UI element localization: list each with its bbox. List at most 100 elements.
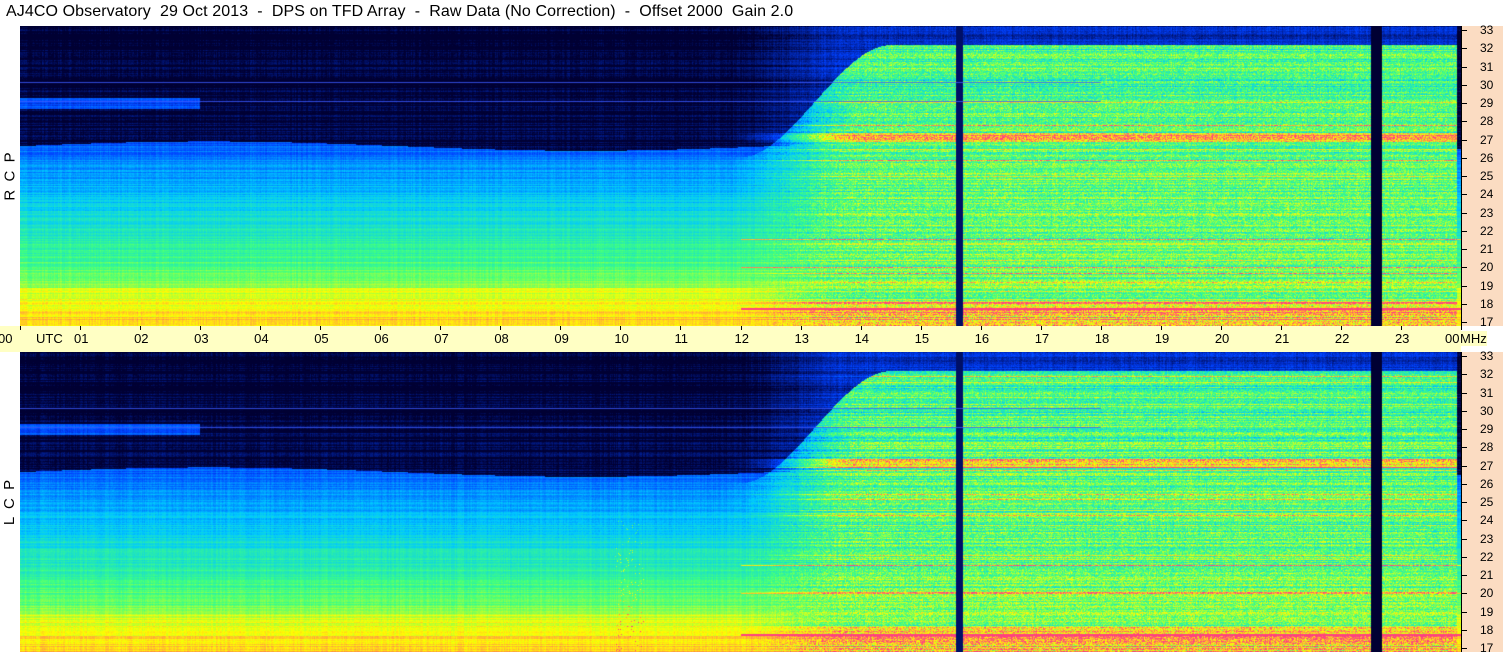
freq-tick-label: 19 <box>1480 278 1494 293</box>
freq-tick <box>1462 267 1467 269</box>
freq-tick-label: 22 <box>1480 223 1494 238</box>
time-tick-label: 05 <box>314 331 329 346</box>
time-tick <box>1461 326 1462 330</box>
time-tick-label: 01 <box>74 331 89 346</box>
time-tick-label: 04 <box>254 331 269 346</box>
freq-tick-label: 20 <box>1480 260 1494 275</box>
freq-tick <box>1462 374 1467 376</box>
freq-tick-label: 30 <box>1480 403 1494 418</box>
freq-tick <box>1462 212 1467 214</box>
mhz-unit-label: MHz <box>1460 331 1487 346</box>
rcp-label-text: R C P <box>1 151 19 201</box>
freq-tick <box>1462 502 1467 503</box>
freq-tick-label: 22 <box>1480 549 1494 564</box>
freq-tick <box>1462 249 1467 250</box>
time-tick-label: 06 <box>374 331 389 346</box>
time-tick <box>320 326 322 330</box>
time-tick <box>260 326 262 330</box>
freq-tick-label: 29 <box>1480 422 1494 436</box>
time-tick <box>1280 326 1282 330</box>
time-tick <box>500 326 502 330</box>
freq-tick-label: 25 <box>1480 495 1494 509</box>
freq-tick <box>1462 139 1467 141</box>
freq-tick-label: 26 <box>1480 150 1494 165</box>
time-tick-label: 08 <box>494 331 509 346</box>
freq-tick-label: 33 <box>1480 349 1494 363</box>
freq-tick-label: 18 <box>1480 296 1494 311</box>
freq-tick-label: 32 <box>1480 41 1494 56</box>
time-tick <box>800 326 802 330</box>
freq-tick <box>1462 465 1467 467</box>
time-tick <box>980 326 982 330</box>
freq-tick-label: 27 <box>1480 132 1494 147</box>
freq-tick-label: 29 <box>1480 96 1494 110</box>
time-tick-label: 20 <box>1214 331 1230 346</box>
time-tick-label: 11 <box>674 331 688 346</box>
time-tick <box>740 326 742 330</box>
time-tick <box>200 326 202 330</box>
time-tick <box>920 326 922 330</box>
freq-tick <box>1462 322 1467 323</box>
utc-label: UTC <box>36 331 63 346</box>
freq-tick-label: 23 <box>1480 531 1494 546</box>
freq-tick <box>1462 538 1467 540</box>
freq-tick-label: 32 <box>1480 367 1494 382</box>
freq-tick <box>1462 194 1467 196</box>
time-tick-label: 00 <box>0 331 13 346</box>
time-tick <box>20 326 21 330</box>
freq-tick-label: 28 <box>1480 114 1494 129</box>
time-tick <box>620 326 622 330</box>
freq-tick-label: 21 <box>1480 568 1494 582</box>
lcp-label-text: L C P <box>1 479 19 525</box>
freq-tick-label: 24 <box>1480 187 1494 202</box>
time-tick <box>440 326 442 330</box>
rcp-spectrogram <box>20 26 1461 326</box>
rcp-panel-label: R C P <box>0 26 20 326</box>
time-tick <box>80 326 82 330</box>
time-tick-label: 17 <box>1034 331 1050 346</box>
freq-tick <box>1462 121 1467 123</box>
time-tick-label: 22 <box>1334 331 1350 346</box>
freq-tick <box>1462 356 1467 357</box>
time-tick-label: 21 <box>1274 331 1290 346</box>
time-tick-label: 14 <box>854 331 870 346</box>
freq-tick <box>1462 593 1467 595</box>
freq-tick <box>1462 103 1467 104</box>
freq-tick <box>1462 157 1467 159</box>
lcp-frequency-axis: 33 32 31 30 29 28 27 26 25 24 23 22 21 20 19 18 17 <box>1461 349 1503 655</box>
freq-tick-label: 19 <box>1480 604 1494 619</box>
time-tick-label: 09 <box>554 331 569 346</box>
freq-tick <box>1462 410 1467 412</box>
freq-tick-label: 23 <box>1480 205 1494 220</box>
time-tick <box>1220 326 1222 330</box>
time-tick <box>1040 326 1042 330</box>
time-tick-label: 00 <box>1445 331 1460 346</box>
time-tick <box>1400 326 1402 330</box>
freq-tick <box>1462 429 1467 430</box>
time-tick-label: 16 <box>974 331 990 346</box>
time-axis: 00 01 02 03 04 05 06 07 08 09 10 11 12 13 14 15 16 17 18 19… <box>0 326 1462 352</box>
time-tick-label: 02 <box>134 331 149 346</box>
freq-tick <box>1462 648 1467 649</box>
time-tick <box>860 326 862 330</box>
time-tick-label: 12 <box>734 331 749 346</box>
freq-tick <box>1462 556 1467 558</box>
freq-tick-label: 17 <box>1480 315 1494 329</box>
freq-tick <box>1462 176 1467 177</box>
time-tick-label: 03 <box>194 331 209 346</box>
freq-tick <box>1462 285 1467 287</box>
freq-tick <box>1462 66 1467 68</box>
freq-tick <box>1462 629 1467 631</box>
freq-tick-label: 31 <box>1480 385 1494 400</box>
time-tick-label: 13 <box>794 331 809 346</box>
rcp-frequency-axis: 33 32 31 30 29 28 27 26 25 24 23 22 21 20 19 18 17 <box>1461 23 1503 329</box>
freq-tick-label: 24 <box>1480 513 1494 528</box>
freq-tick <box>1462 520 1467 522</box>
freq-tick-label: 30 <box>1480 77 1494 92</box>
freq-tick <box>1462 611 1467 613</box>
time-tick-label: 23 <box>1394 331 1410 346</box>
time-tick-label: 15 <box>914 331 930 346</box>
time-tick <box>560 326 562 330</box>
time-tick-label: 07 <box>434 331 449 346</box>
freq-tick-label: 18 <box>1480 622 1494 637</box>
